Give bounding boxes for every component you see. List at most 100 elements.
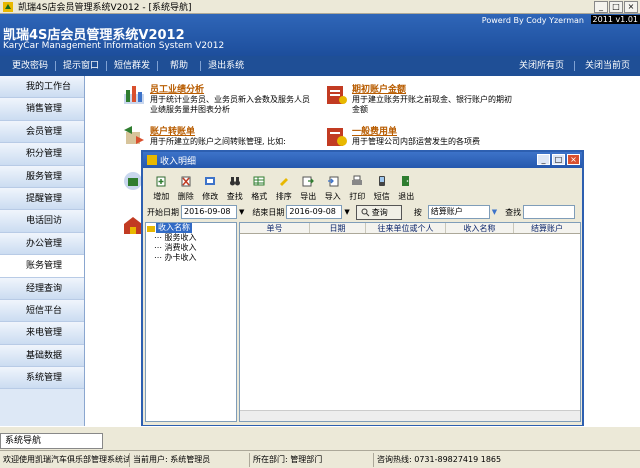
query-button[interactable]: 查询 — [355, 204, 402, 220]
sidebar-item-system[interactable]: 系统管理 — [0, 367, 84, 390]
menu-help[interactable]: 帮助 — [158, 61, 202, 71]
toolbar-import-button[interactable]: 导入 — [321, 175, 346, 202]
tree-item-consumption-income[interactable]: ⋯ 消费收入 — [146, 243, 236, 253]
col-header-income-name[interactable]: 收入名称 — [446, 223, 514, 233]
expense-icon — [327, 128, 347, 146]
feature-title[interactable]: 账户转账单 — [150, 124, 315, 137]
start-date-dropdown-icon[interactable]: ▼ — [239, 208, 244, 216]
find-input[interactable] — [523, 205, 576, 219]
feature-desc: 用于统计业务员、业务员新入会数及服务人员业绩服务量并图表分析 — [150, 95, 310, 114]
banner-subtitle: KaryCar Management Information System V2… — [3, 41, 225, 51]
toolbar-add-button[interactable]: 增加 — [149, 175, 174, 202]
add-icon — [156, 176, 166, 187]
toolbar-label: 排序 — [275, 192, 292, 201]
toolbar-label: 导出 — [300, 192, 317, 201]
sidebar-item-manager-query[interactable]: 经理查询 — [0, 277, 84, 300]
feature-transfer[interactable]: 账户转账单 用于所建立的账户之间转账管理, 比如: — [122, 124, 315, 148]
statusbar: 欢迎使用凯瑞汽车俱乐部管理系统试用版 当前用户: 系统管理员 所在部门: 管理部… — [0, 450, 640, 468]
status-dept: 所在部门: 管理部门 — [250, 452, 374, 467]
sidebar-item-callback[interactable]: 电话回访 — [0, 210, 84, 233]
tree-item-service-income[interactable]: ⋯ 服务收入 — [146, 233, 236, 243]
sidebar-item-members[interactable]: 会员管理 — [0, 120, 84, 144]
start-date-input[interactable]: 2016-09-08 — [181, 205, 237, 219]
sidebar-item-workbench[interactable]: 我的工作台 — [0, 76, 84, 99]
toolbar-label: 修改 — [202, 192, 219, 201]
printer-icon — [352, 175, 363, 185]
sidebar-item-office[interactable]: 办公管理 — [0, 232, 84, 256]
menu-close-all[interactable]: 关闭所有页 — [509, 61, 575, 71]
feature-title[interactable]: 一般费用单 — [352, 124, 517, 137]
toolbar-edit-button[interactable]: 修改 — [198, 175, 223, 202]
sidebar-item-service[interactable]: 服务管理 — [0, 165, 84, 188]
toolbar-delete-button[interactable]: 删除 — [174, 175, 199, 202]
field-dropdown-icon[interactable]: ▼ — [492, 208, 497, 216]
dialog-titlebar[interactable]: 收入明细 _ □ × — [143, 152, 582, 168]
toolbar-label: 格式 — [251, 192, 268, 201]
minimize-button[interactable]: _ — [594, 1, 608, 13]
app-icon — [3, 1, 13, 12]
binoculars-icon — [229, 177, 240, 186]
toolbar-search-button[interactable]: 查找 — [223, 175, 248, 202]
sidebar-item-reminder[interactable]: 提醒管理 — [0, 187, 84, 211]
import-icon — [327, 176, 339, 187]
dialog-close-button[interactable]: × — [567, 154, 580, 165]
toolbar-export-button[interactable]: 导出 — [296, 175, 321, 202]
edit-icon — [205, 177, 216, 185]
tab-system-nav[interactable]: 系统导航 — [0, 433, 103, 449]
feature-staff-performance[interactable]: 员工业绩分析 用于统计业务员、业务员新入会数及服务人员业绩服务量并图表分析 — [122, 82, 315, 115]
window-title: 凯瑞4S店会员管理系统V2012 - [系统导航] — [18, 3, 192, 13]
col-header-date[interactable]: 日期 — [310, 223, 366, 233]
col-header-party[interactable]: 往来单位或个人 — [366, 223, 446, 233]
menu-close-current[interactable]: 关闭当前页 — [575, 61, 640, 71]
sidebar-item-calls[interactable]: 来电管理 — [0, 322, 84, 345]
exit-door-icon — [402, 176, 410, 186]
grid-horizontal-scrollbar[interactable] — [240, 410, 580, 421]
menu-exit[interactable]: 退出系统 — [201, 61, 251, 71]
toolbar-label: 增加 — [153, 192, 170, 201]
search-field-select[interactable]: 结算账户 — [427, 205, 490, 219]
sidebar-item-sms[interactable]: 短信平台 — [0, 299, 84, 323]
tree-root-label[interactable]: 收入名称 — [156, 223, 192, 233]
account-icon — [327, 86, 347, 104]
feature-opening-balance[interactable]: 期初账户金额 用于建立账务开账之前现金、银行账户的期初金额 — [324, 82, 517, 115]
find-label: 查找 — [505, 207, 522, 217]
menu-sms-broadcast[interactable]: 短信群发 — [107, 61, 159, 71]
col-header-account[interactable]: 结算账户 — [514, 223, 580, 233]
end-date-dropdown-icon[interactable]: ▼ — [344, 208, 349, 216]
sidebar-item-basedata[interactable]: 基础数据 — [0, 344, 84, 368]
maximize-button[interactable]: □ — [609, 1, 623, 13]
toolbar-sms-button[interactable]: 短信 — [370, 175, 395, 202]
tree-item-card-income[interactable]: ⋯ 办卡收入 — [146, 253, 236, 263]
folder-icon — [147, 226, 155, 232]
tree-root-row[interactable]: 收入名称 — [146, 223, 236, 233]
sidebar-item-accounts[interactable]: 账务管理 — [0, 255, 84, 278]
grid-header: 单号 日期 往来单位或个人 收入名称 结算账户 — [240, 223, 580, 234]
toolbar-exit-button[interactable]: 退出 — [394, 175, 419, 202]
menu-change-password[interactable]: 更改密码 — [5, 61, 57, 71]
feature-expense[interactable]: 一般费用单 用于管理公司内部运营发生的各项费 — [324, 124, 517, 148]
dialog-maximize-button[interactable]: □ — [552, 154, 565, 165]
end-date-label: 结束日期 — [252, 207, 285, 217]
feature-title[interactable]: 员工业绩分析 — [150, 82, 315, 95]
feature-title[interactable]: 期初账户金额 — [352, 82, 517, 95]
col-header-number[interactable]: 单号 — [240, 223, 310, 233]
dialog-minimize-button[interactable]: _ — [537, 154, 550, 165]
close-button[interactable]: × — [624, 1, 638, 13]
sidebar-item-sales[interactable]: 销售管理 — [0, 98, 84, 121]
toolbar-print-button[interactable]: 打印 — [345, 175, 370, 202]
toolbar-format-button[interactable]: 格式 — [247, 175, 272, 202]
sidebar-item-points[interactable]: 积分管理 — [0, 143, 84, 166]
end-date-input[interactable]: 2016-09-08 — [286, 205, 343, 219]
search-icon — [361, 208, 370, 216]
status-hotline: 咨询热线: 0731-89827419 1865 — [377, 454, 502, 464]
toolbar-sort-button[interactable]: 排序 — [272, 175, 297, 202]
menu-hint-window[interactable]: 提示窗口 — [56, 61, 108, 71]
toolbar-label: 短信 — [373, 192, 390, 201]
tree-item-label: 办卡收入 — [164, 253, 197, 262]
menubar: 更改密码 提示窗口 短信群发 帮助 退出系统 关闭所有页 关闭当前页 — [0, 56, 640, 76]
export-icon — [302, 176, 315, 187]
powered-by: Powerd By Cody Yzerman — [481, 16, 584, 25]
sort-icon — [279, 178, 288, 186]
dialog-toolbar: 增加 删除 修改 查找 格式 排序 导出 导入 打印 短信 退出 — [143, 168, 582, 202]
tab-strip: 系统导航 — [0, 426, 640, 450]
